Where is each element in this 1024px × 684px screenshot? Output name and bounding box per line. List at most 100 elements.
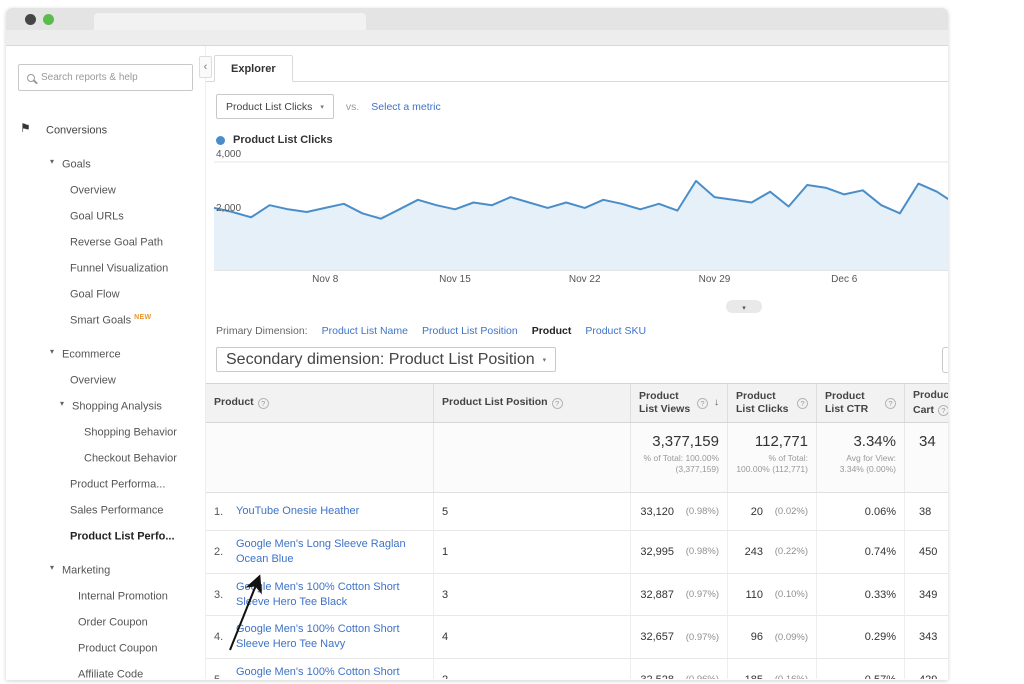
product-link[interactable]: Google Men's 100% Cotton Short Sleeve He… — [236, 665, 414, 679]
sidebar-item-label: Funnel Visualization — [70, 262, 169, 275]
window-maximize-button[interactable] — [43, 14, 54, 25]
cell-ctr: 0.57% — [865, 674, 896, 679]
report-search-box[interactable] — [18, 64, 193, 91]
column-header-product-cart[interactable]: Product Cart ? — [904, 384, 948, 422]
cell-position: 3 — [433, 573, 630, 616]
sidebar-item[interactable]: ▾ Goals — [6, 149, 205, 175]
trend-line-svg — [214, 161, 948, 271]
product-link[interactable]: YouTube Onesie Heather — [236, 504, 359, 519]
chart-title: Product List Clicks — [233, 134, 333, 146]
sidebar-item[interactable]: Sales Performance — [6, 495, 205, 521]
summary-clicks: 112,771 % of Total: 100.00% (112,771) — [727, 423, 816, 492]
flag-icon: ⚑ — [20, 121, 31, 135]
sidebar-item-label: Product Coupon — [78, 642, 158, 655]
cell-cart: 429 — [919, 674, 937, 679]
chevron-down-icon: ▾ — [320, 103, 324, 111]
sidebar-item[interactable]: Affiliate Code — [6, 659, 205, 679]
sidebar-item-label: Checkout Behavior — [84, 452, 177, 465]
product-link[interactable]: Google Men's Long Sleeve Raglan Ocean Bl… — [236, 537, 414, 567]
metric-selector-dropdown[interactable]: Product List Clicks ▾ — [216, 94, 334, 119]
cell-views: 33,120 — [640, 505, 674, 518]
sidebar-item-label: Reverse Goal Path — [70, 236, 163, 249]
sidebar-item[interactable]: Product Performa... — [6, 469, 205, 495]
sidebar-item-label: Overview — [70, 374, 116, 387]
column-header-product-list-views[interactable]: Product List Views ? ↓ — [630, 384, 727, 422]
help-icon[interactable]: ? — [697, 397, 708, 409]
secondary-dimension-dropdown[interactable]: Secondary dimension: Product List Positi… — [216, 347, 557, 372]
browser-tab[interactable] — [94, 13, 366, 30]
cell-clicks-pct: (0.09%) — [774, 631, 808, 643]
column-header-product-list-position[interactable]: Product List Position ? — [433, 384, 630, 422]
sidebar-item[interactable]: Checkout Behavior — [6, 443, 205, 469]
help-icon[interactable]: ? — [551, 397, 563, 409]
sidebar-collapse-button[interactable]: ‹ — [199, 56, 212, 78]
help-icon[interactable]: ? — [885, 397, 896, 409]
tab-explorer[interactable]: Explorer — [214, 55, 293, 82]
browser-window: ⚑ Conversions ▾ Goals Overview — [6, 8, 948, 680]
sidebar-item[interactable]: Overview — [6, 175, 205, 201]
search-input[interactable] — [41, 72, 184, 83]
sidebar: ⚑ Conversions ▾ Goals Overview — [6, 46, 206, 679]
chart-legend: Product List Clicks — [216, 134, 948, 146]
trend-chart[interactable]: 2,0004,000 Nov 8Nov 15Nov 22Nov 29Dec 6D… — [214, 149, 948, 298]
sidebar-item[interactable]: Product Coupon — [6, 633, 205, 659]
column-header-product[interactable]: Product ? — [206, 384, 433, 422]
sidebar-item-label: Affiliate Code — [78, 668, 144, 679]
dimension-product-active[interactable]: Product — [532, 325, 572, 337]
sidebar-item[interactable]: Goal Flow — [6, 279, 205, 305]
table-body: 1. YouTube Onesie Heather 5 33,120 (0.98… — [206, 493, 948, 679]
sidebar-item[interactable]: ⚑ Conversions — [6, 115, 205, 141]
column-header-product-list-clicks[interactable]: Product List Clicks ? — [727, 384, 816, 422]
summary-clicks-value: 112,771 — [754, 433, 808, 450]
dimension-product-list-position[interactable]: Product List Position — [422, 325, 518, 337]
sidebar-item[interactable]: Overview — [6, 365, 205, 391]
sidebar-item[interactable]: ▾ Shopping Analysis — [6, 391, 205, 417]
cell-position: 5 — [433, 493, 630, 530]
primary-dimension-row: Primary Dimension: Product List Name Pro… — [216, 325, 948, 337]
row-rank: 4. — [214, 631, 224, 644]
sidebar-item[interactable]: ▾ Ecommerce — [6, 339, 205, 365]
x-tick-label: Nov 22 — [568, 274, 601, 285]
sidebar-item[interactable]: Goal URLs — [6, 201, 205, 227]
sidebar-item[interactable]: Order Coupon — [6, 607, 205, 633]
sidebar-item[interactable]: Reverse Goal Path — [6, 227, 205, 253]
sidebar-item[interactable]: Internal Promotion — [6, 581, 205, 607]
sort-desc-icon: ↓ — [714, 396, 719, 408]
caret-down-icon: ▾ — [50, 563, 55, 572]
dimension-product-sku[interactable]: Product SKU — [585, 325, 646, 337]
sidebar-item-label: Product Performa... — [70, 478, 166, 491]
chevron-down-icon: ▾ — [542, 356, 547, 364]
cell-ctr: 0.33% — [864, 588, 896, 601]
product-link[interactable]: Google Men's 100% Cotton Short Sleeve He… — [236, 622, 414, 652]
sidebar-item[interactable]: Shopping Behavior — [6, 417, 205, 443]
help-icon[interactable]: ? — [797, 397, 808, 409]
sidebar-item[interactable]: Smart Goals NEW — [6, 305, 205, 331]
annotations-expander[interactable]: ▾ — [726, 300, 762, 313]
sidebar-item-label: Goals — [62, 158, 91, 171]
table-search-box[interactable] — [942, 347, 948, 373]
sidebar-item[interactable]: ▾ Marketing — [6, 555, 205, 581]
cell-views-pct: (0.98%) — [685, 506, 719, 517]
browser-titlebar — [6, 8, 948, 30]
select-metric-link[interactable]: Select a metric — [371, 101, 440, 113]
chart-footer: ▾ — [206, 298, 948, 315]
sidebar-item[interactable]: Funnel Visualization — [6, 253, 205, 279]
cell-ctr: 0.74% — [864, 545, 896, 558]
window-close-button[interactable] — [25, 14, 36, 25]
cell-views: 32,995 — [640, 545, 674, 558]
table-row: 4. Google Men's 100% Cotton Short Sleeve… — [206, 616, 948, 660]
row-rank: 1. — [214, 505, 224, 518]
x-tick-label: Dec 6 — [831, 274, 858, 285]
sidebar-item[interactable]: Product List Perfo... — [6, 521, 205, 547]
dimension-product-list-name[interactable]: Product List Name — [322, 325, 408, 337]
cell-views: 32,657 — [640, 631, 674, 644]
product-link[interactable]: Google Men's 100% Cotton Short Sleeve He… — [236, 580, 414, 610]
column-header-product-list-ctr[interactable]: Product List CTR ? — [816, 384, 904, 422]
help-icon[interactable]: ? — [257, 397, 269, 409]
cell-views-pct: (0.97%) — [685, 589, 719, 601]
sidebar-item-label: Goal Flow — [70, 288, 120, 301]
cell-ctr: 0.06% — [864, 505, 896, 518]
sidebar-item-label: Marketing — [62, 564, 111, 577]
help-icon[interactable]: ? — [938, 404, 948, 416]
chevron-down-icon: ▾ — [742, 305, 746, 312]
